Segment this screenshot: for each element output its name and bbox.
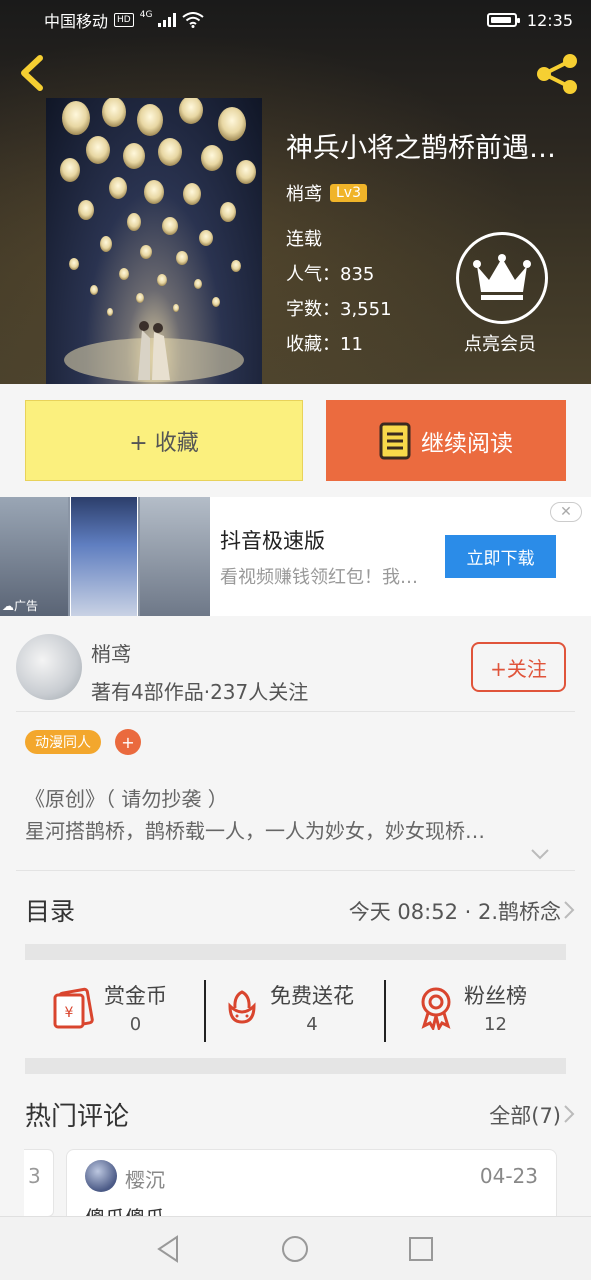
reward-coins-label: 赏金币 <box>104 984 167 1008</box>
favorites-stat: 收藏：11 <box>286 334 363 355</box>
nav-back-icon[interactable] <box>153 1233 185 1265</box>
follow-button[interactable]: +关注 <box>471 642 566 692</box>
hd-badge: HD <box>114 13 134 27</box>
vip-label: 点亮会员 <box>464 334 536 355</box>
wifi-icon <box>182 12 205 28</box>
expand-intro-button[interactable] <box>530 846 550 860</box>
network-label: 4G <box>139 10 153 20</box>
nav-home-icon[interactable] <box>279 1233 311 1265</box>
back-button[interactable] <box>14 50 54 96</box>
serial-status: 连载 <box>286 229 322 250</box>
previous-comment-fragment: 3 <box>28 1164 41 1188</box>
section-separator <box>25 944 566 960</box>
ad-image: ☁广告 <box>0 497 210 616</box>
ad-title: 抖音极速版 <box>220 529 325 553</box>
status-bar: 中国移动 HD 4G 12:35 <box>0 0 591 40</box>
share-icon <box>537 54 577 94</box>
share-button[interactable] <box>532 50 582 98</box>
clock: 12:35 <box>526 10 573 30</box>
fan-ranking-value: 12 <box>484 1014 507 1035</box>
author-name[interactable]: 梢鸢 <box>286 180 322 206</box>
author-row: 梢鸢 Lv3 <box>286 180 367 206</box>
hot-comments-title: 热门评论 <box>25 1102 130 1132</box>
hot-comments-header: 热门评论 全部(7) <box>0 1088 591 1138</box>
system-nav-bar <box>0 1216 591 1280</box>
divider <box>16 711 575 712</box>
reward-coins-value: 0 <box>129 1014 142 1035</box>
comment-date: 04-23 <box>479 1164 538 1188</box>
latest-chapter: 今天 08:52 · 2.鹊桥念 <box>348 900 561 924</box>
word-count-stat: 字数：3,551 <box>286 299 392 320</box>
medal-icon <box>421 987 451 1030</box>
book-header: 中国移动 HD 4G 12:35 神兵小将之鹊桥前遇… 梢鸢 Lv3 连载 人气… <box>0 0 591 384</box>
lanterns-artwork <box>60 98 256 382</box>
signal-icon <box>158 13 177 27</box>
rewards-row: ¥ 赏金币 0 免费送花 4 粉丝榜 12 <box>0 962 591 1058</box>
carrier-label: 中国移动 <box>44 12 109 31</box>
continue-reading-button[interactable]: 继续阅读 <box>326 400 566 481</box>
book-icon <box>379 422 411 459</box>
chevron-down-icon <box>531 849 549 860</box>
divider <box>384 980 386 1042</box>
nav-recents-icon[interactable] <box>405 1233 437 1265</box>
add-tag-button[interactable]: + <box>115 729 141 755</box>
section-separator <box>25 1058 566 1074</box>
action-bar: + 收藏 继续阅读 <box>0 384 591 496</box>
svg-text:¥: ¥ <box>65 1005 74 1021</box>
ad-tag: ☁广告 <box>2 599 39 613</box>
level-badge: Lv3 <box>330 184 367 202</box>
vip-button[interactable]: 点亮会员 <box>456 232 548 356</box>
ad-banner[interactable]: ☁广告 抖音极速版 看视频赚钱领红包！我… 立即下载 ✕ <box>0 497 591 616</box>
ad-description: 看视频赚钱领红包！我… <box>220 567 418 588</box>
all-comments-link[interactable]: 全部(7) <box>489 1100 561 1130</box>
chevron-right-icon <box>564 901 575 919</box>
divider <box>16 870 575 871</box>
divider <box>204 980 206 1042</box>
intro-line-1: 《原创》（ 请勿抄袭 ） <box>25 787 228 811</box>
flower-icon <box>228 989 256 1024</box>
intro-line-2: 星河搭鹊桥，鹊桥载一人，一人为妙女，妙女现桥… <box>25 819 485 843</box>
crown-icon <box>473 254 531 300</box>
continue-reading-label: 继续阅读 <box>421 430 513 457</box>
table-of-contents-row[interactable]: 目录 今天 08:52 · 2.鹊桥念 <box>0 872 591 944</box>
popularity-stat: 人气：835 <box>286 264 375 285</box>
reward-coins[interactable]: ¥ 赏金币 0 <box>52 980 167 1035</box>
ad-close-icon[interactable]: ✕ <box>550 502 582 522</box>
ad-download-button[interactable]: 立即下载 <box>445 535 556 578</box>
add-favorite-button[interactable]: + 收藏 <box>25 400 303 481</box>
battery-icon <box>486 13 520 27</box>
author-card-name[interactable]: 梢鸢 <box>91 638 131 667</box>
fan-ranking-label: 粉丝榜 <box>464 984 527 1008</box>
red-envelope-icon: ¥ <box>53 987 94 1028</box>
vip-crown-badge <box>456 232 548 324</box>
tag-chip[interactable]: 动漫同人 <box>25 730 101 754</box>
reward-flowers[interactable]: 免费送花 4 <box>222 980 354 1035</box>
reward-flowers-value: 4 <box>306 1014 318 1035</box>
previous-comment-card[interactable]: 3 <box>24 1149 54 1217</box>
reward-flowers-label: 免费送花 <box>270 984 354 1008</box>
author-card-info: 著有4部作品·237人关注 <box>91 680 309 704</box>
chevron-right-icon <box>564 1105 575 1123</box>
commenter-avatar[interactable] <box>85 1160 117 1192</box>
author-avatar[interactable] <box>16 634 82 700</box>
fan-ranking[interactable]: 粉丝榜 12 <box>416 980 527 1035</box>
toc-label: 目录 <box>25 897 76 926</box>
book-cover-image[interactable] <box>46 98 262 384</box>
book-title: 神兵小将之鹊桥前遇… <box>286 133 556 164</box>
commenter-name[interactable]: 樱沉 <box>125 1164 165 1193</box>
back-arrow-icon <box>21 55 43 91</box>
